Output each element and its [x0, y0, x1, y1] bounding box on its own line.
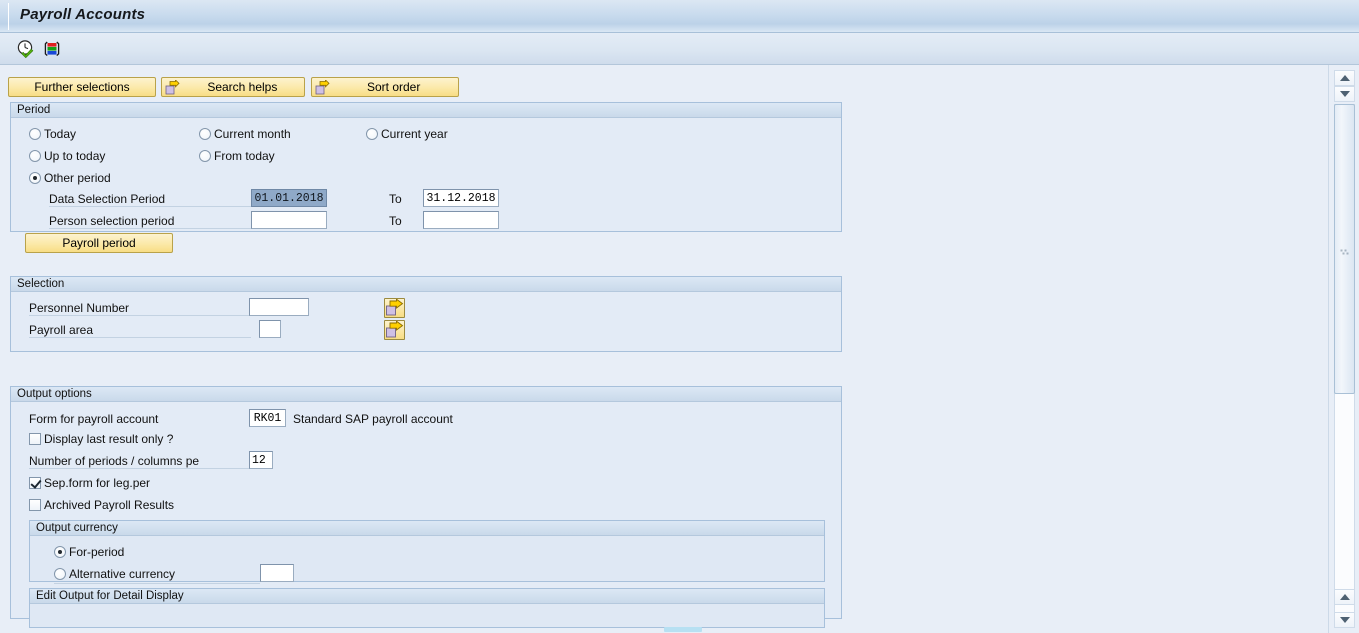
- sep-form-for-leg-per-label: Sep.form for leg.per: [44, 476, 151, 490]
- scrollbar-thumb[interactable]: [1334, 104, 1355, 394]
- radio-up-to-today[interactable]: Up to today: [29, 149, 105, 163]
- person-selection-period-to-input[interactable]: [423, 211, 499, 229]
- radio-circle-icon: [54, 546, 66, 558]
- sort-order-button[interactable]: Sort order: [310, 77, 459, 97]
- data-selection-period-to-input[interactable]: 31.12.2018: [423, 189, 499, 207]
- scroll-down-button[interactable]: [1334, 86, 1355, 102]
- data-selection-period-label: Data Selection Period: [49, 192, 257, 207]
- alternative-currency-input[interactable]: [260, 564, 294, 582]
- radio-circle-icon: [199, 128, 211, 140]
- payroll-period-label: Payroll period: [62, 236, 136, 250]
- person-selection-period-from-input[interactable]: [251, 211, 327, 229]
- scroll-up-button[interactable]: [1334, 70, 1355, 86]
- personnel-number-input[interactable]: [249, 298, 309, 316]
- selection-group: Selection Personnel Number Payroll area: [10, 276, 842, 352]
- radio-alternative-currency-label: Alternative currency: [69, 567, 176, 581]
- output-currency-group: Output currency For-period Alternative c…: [29, 520, 825, 584]
- archived-payroll-results-label: Archived Payroll Results: [44, 498, 175, 512]
- radio-current-month-label: Current month: [214, 127, 291, 141]
- vertical-scrollbar[interactable]: [1328, 65, 1359, 633]
- radio-current-year-label: Current year: [381, 127, 448, 141]
- triangle-up-icon: [1339, 594, 1350, 600]
- output-currency-group-title: Output currency: [30, 521, 824, 536]
- further-selections-label: Further selections: [34, 80, 130, 94]
- radio-today[interactable]: Today: [29, 127, 76, 141]
- output-options-group-title: Output options: [11, 387, 841, 402]
- arrow-right-icon: [165, 79, 180, 95]
- further-selections-button[interactable]: Further selections: [8, 77, 156, 97]
- triangle-up-icon: [1339, 75, 1350, 81]
- checkbox-icon: [29, 477, 41, 489]
- data-selection-period-to-label: To: [389, 192, 402, 206]
- search-helps-label: Search helps: [207, 80, 278, 94]
- application-toolbar: © www.tutorialkart.com: [0, 33, 1359, 95]
- alternative-currency-underline: [54, 583, 260, 584]
- payroll-area-input[interactable]: [259, 320, 281, 338]
- archived-payroll-results-checkbox[interactable]: Archived Payroll Results: [29, 498, 174, 512]
- radio-circle-icon: [29, 150, 41, 162]
- radio-for-period[interactable]: For-period: [54, 545, 124, 559]
- personnel-number-multiple-selection-button[interactable]: [384, 298, 405, 318]
- arrow-right-icon: [315, 79, 330, 95]
- search-helps-button[interactable]: Search helps: [161, 77, 306, 97]
- personnel-number-label: Personnel Number: [29, 301, 251, 316]
- radio-alternative-currency[interactable]: Alternative currency: [54, 567, 175, 581]
- radio-circle-icon: [54, 568, 66, 580]
- window-title-bar: Payroll Accounts: [0, 0, 1359, 33]
- multiple-selection-icon[interactable]: [40, 37, 64, 60]
- period-group: Period Today Current month Current year …: [10, 102, 842, 253]
- scroll-down-button-bottom[interactable]: [1334, 612, 1355, 628]
- sort-order-label: Sort order: [367, 80, 421, 94]
- display-last-result-only-label: Display last result only ?: [44, 432, 174, 446]
- number-of-periods-input[interactable]: 12: [249, 451, 273, 469]
- radio-from-today-label: From today: [214, 149, 275, 163]
- checkbox-icon: [29, 499, 41, 511]
- radio-other-period[interactable]: Other period: [29, 171, 111, 185]
- radio-up-to-today-label: Up to today: [44, 149, 106, 163]
- payroll-area-multiple-selection-button[interactable]: [384, 320, 405, 340]
- radio-circle-icon: [29, 128, 41, 140]
- payroll-period-button[interactable]: Payroll period: [25, 233, 173, 253]
- selection-screen-content: Further selections Search helps Sort ord…: [0, 65, 1328, 633]
- data-selection-period-from-input[interactable]: 01.01.2018: [251, 189, 327, 207]
- page-title: Payroll Accounts: [20, 6, 146, 23]
- scrollbar-grip-icon: [1340, 246, 1349, 255]
- checkbox-icon: [29, 433, 41, 445]
- triangle-down-icon: [1339, 617, 1350, 623]
- action-button-row: Further selections Search helps Sort ord…: [8, 77, 461, 97]
- payroll-area-label: Payroll area: [29, 323, 251, 338]
- output-options-group: Output options Form for payroll account …: [10, 386, 842, 628]
- radio-today-label: Today: [44, 127, 77, 141]
- radio-from-today[interactable]: From today: [199, 149, 275, 163]
- radio-circle-icon: [29, 172, 41, 184]
- scroll-up-button-bottom[interactable]: [1334, 589, 1355, 605]
- edit-output-detail-display-title: Edit Output for Detail Display: [30, 589, 824, 604]
- selection-group-title: Selection: [11, 277, 841, 292]
- edit-output-detail-display-group: Edit Output for Detail Display: [29, 588, 825, 628]
- horizontal-scrollbar-thumb[interactable]: [664, 627, 702, 632]
- radio-circle-icon: [366, 128, 378, 140]
- radio-for-period-label: For-period: [69, 545, 125, 559]
- number-of-periods-label: Number of periods / columns pe: [29, 454, 251, 469]
- display-last-result-only-checkbox[interactable]: Display last result only ?: [29, 432, 173, 446]
- radio-current-year[interactable]: Current year: [366, 127, 448, 141]
- sap-selection-screen: Payroll Accounts © www.tutorialkart.com: [0, 0, 1359, 633]
- execute-icon[interactable]: [14, 37, 38, 60]
- radio-current-month[interactable]: Current month: [199, 127, 291, 141]
- period-group-title: Period: [11, 103, 841, 118]
- radio-circle-icon: [199, 150, 211, 162]
- person-selection-period-to-label: To: [389, 214, 402, 228]
- form-for-payroll-account-description: Standard SAP payroll account: [293, 412, 453, 426]
- sep-form-for-leg-per-checkbox[interactable]: Sep.form for leg.per: [29, 476, 150, 490]
- person-selection-period-label: Person selection period: [49, 214, 257, 229]
- triangle-down-icon: [1339, 91, 1350, 97]
- form-for-payroll-account-label: Form for payroll account: [29, 412, 159, 426]
- radio-other-period-label: Other period: [44, 171, 111, 185]
- title-bar-inner: [8, 3, 1353, 30]
- form-for-payroll-account-input[interactable]: RK01: [249, 409, 286, 427]
